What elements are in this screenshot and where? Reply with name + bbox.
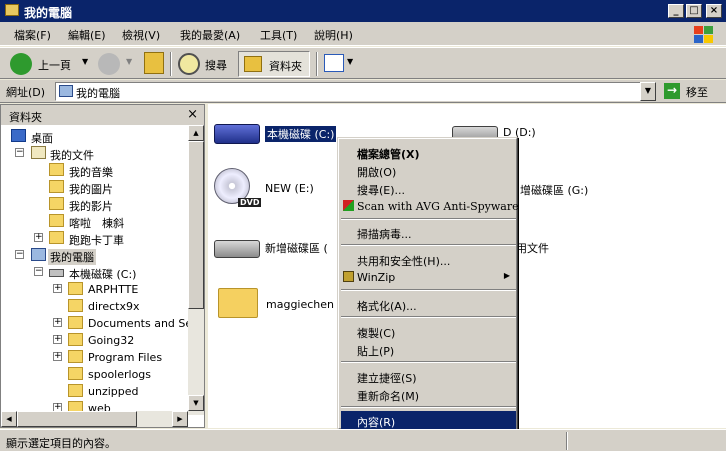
menu-item-paste[interactable]: 貼上(P) [341, 340, 516, 358]
scroll-right-icon[interactable]: ▶ [172, 411, 188, 427]
menu-view[interactable]: 檢視(V) [122, 27, 160, 43]
folder-icon [244, 56, 262, 72]
desktop-icon [11, 129, 26, 142]
winzip-icon [343, 271, 354, 282]
folder-icon [49, 231, 64, 244]
drive-icon [49, 269, 64, 277]
status-bar: 顯示選定項目的內容。 [0, 429, 726, 451]
back-button[interactable]: 上一頁 [38, 57, 71, 73]
tree-vertical-scrollbar[interactable]: ▲ ▼ [188, 125, 204, 415]
menu-item-winzip[interactable]: WinZip ▶ [341, 268, 516, 286]
context-menu: 檔案總管(X) 開啟(O) 搜尋(E)... Scan with AVG Ant… [337, 137, 519, 430]
menu-item-properties[interactable]: 內容(R) [341, 411, 516, 429]
folder-pane-title: 資料夾 [9, 111, 42, 124]
go-arrow-icon[interactable]: → [664, 83, 680, 99]
menu-favorites[interactable]: 我的最愛(A) [180, 27, 240, 43]
menu-item-search[interactable]: 搜尋(E)... [341, 179, 516, 197]
address-dropdown-icon[interactable]: ▼ [640, 82, 656, 101]
menu-item-avg-scan[interactable]: Scan with AVG Anti-Spyware [341, 197, 519, 215]
menu-item-explore[interactable]: 檔案總管(X) [341, 143, 516, 161]
hard-drive-icon [214, 124, 260, 144]
address-input[interactable]: 我的電腦 [55, 82, 656, 101]
toolbar: 上一頁 ▼ ▼ 搜尋 資料夾 ▼ [0, 47, 726, 79]
scroll-up-icon[interactable]: ▲ [188, 125, 204, 141]
computer-icon [59, 85, 73, 97]
menu-item-create-shortcut[interactable]: 建立捷徑(S) [341, 367, 516, 385]
folder-icon [49, 214, 64, 227]
windows-logo-icon [688, 24, 718, 44]
address-label: 網址(D) [6, 86, 46, 99]
collapse-icon[interactable]: − [15, 148, 24, 157]
folder-icon [5, 4, 19, 16]
folder-pane-header: 資料夾 × [1, 105, 204, 125]
go-button[interactable]: 移至 [686, 84, 708, 100]
folder-icon [68, 384, 83, 397]
expand-icon[interactable]: + [34, 233, 43, 242]
hard-drive-icon [214, 240, 260, 258]
scroll-thumb[interactable] [188, 141, 204, 309]
menu-file[interactable]: 檔案(F) [14, 27, 51, 43]
submenu-arrow-icon: ▶ [503, 271, 510, 280]
back-dropdown-icon[interactable]: ▼ [82, 57, 88, 66]
expand-icon[interactable]: + [53, 335, 62, 344]
folder-icon [68, 350, 83, 363]
search-icon[interactable] [178, 53, 200, 75]
views-grid-icon[interactable] [324, 54, 344, 72]
folder-icon [68, 282, 83, 295]
menu-edit[interactable]: 編輯(E) [68, 27, 106, 43]
close-button[interactable]: × [706, 4, 722, 18]
status-text: 顯示選定項目的內容。 [6, 437, 116, 450]
folders-button[interactable]: 資料夾 [238, 51, 310, 77]
up-folder-icon[interactable] [144, 52, 164, 74]
music-folder-icon [49, 163, 64, 176]
forward-dropdown-icon[interactable]: ▼ [126, 57, 132, 66]
videos-folder-icon [49, 197, 64, 210]
back-arrow-icon[interactable] [10, 53, 32, 75]
address-bar: 網址(D) 我的電腦 ▼ → 移至 [0, 80, 726, 103]
forward-arrow-icon[interactable] [98, 53, 120, 75]
folder-icon [68, 316, 83, 329]
menu-item-copy[interactable]: 複製(C) [341, 322, 516, 340]
minimize-button[interactable]: _ [668, 4, 684, 18]
documents-icon [31, 146, 46, 159]
collapse-icon[interactable]: − [15, 250, 24, 259]
folder-icon [68, 333, 83, 346]
avg-icon [343, 200, 354, 211]
pictures-folder-icon [49, 180, 64, 193]
folder-tree: 桌面 − 我的文件 我的音樂 我的圖片 我的影片 喀啦 棟斜 + 跑跑卡丁車 −… [1, 125, 188, 415]
dvd-badge: DVD [238, 198, 262, 207]
menu-tools[interactable]: 工具(T) [260, 27, 297, 43]
status-divider [566, 432, 568, 450]
tree-horizontal-scrollbar[interactable]: ◀ ▶ [1, 411, 188, 427]
address-value: 我的電腦 [76, 87, 120, 100]
scroll-left-icon[interactable]: ◀ [1, 411, 17, 427]
menu-bar: 檔案(F) 編輯(E) 檢視(V) 我的最愛(A) 工具(T) 說明(H) [0, 22, 726, 46]
menu-item-format[interactable]: 格式化(A)... [341, 295, 516, 313]
menu-item-open[interactable]: 開啟(O) [341, 161, 516, 179]
close-icon[interactable]: × [187, 107, 198, 122]
views-dropdown-icon[interactable]: ▼ [347, 57, 353, 66]
folders-label: 資料夾 [269, 60, 302, 73]
expand-icon[interactable]: + [53, 352, 62, 361]
scroll-down-icon[interactable]: ▼ [188, 395, 204, 411]
folder-icon [68, 299, 83, 312]
folder-icon [218, 288, 258, 318]
menu-item-virus-scan[interactable]: 掃描病毒... [341, 223, 516, 241]
maximize-button[interactable]: □ [686, 4, 702, 18]
window-title: 我的電腦 [24, 6, 73, 20]
expand-icon[interactable]: + [53, 318, 62, 327]
collapse-icon[interactable]: − [34, 267, 43, 276]
search-button[interactable]: 搜尋 [205, 57, 227, 73]
computer-icon [31, 248, 46, 261]
folder-icon [68, 367, 83, 380]
folder-pane: 資料夾 × 桌面 − 我的文件 我的音樂 我的圖片 我的影片 喀啦 棟斜 + 跑… [0, 104, 205, 428]
scroll-thumb[interactable] [17, 411, 137, 427]
menu-help[interactable]: 說明(H) [314, 27, 353, 43]
menu-item-sharing-security[interactable]: 共用和安全性(H)... [341, 250, 516, 268]
title-bar: 我的電腦 _ □ × [0, 0, 726, 22]
menu-item-rename[interactable]: 重新命名(M) [341, 385, 516, 403]
expand-icon[interactable]: + [53, 284, 62, 293]
